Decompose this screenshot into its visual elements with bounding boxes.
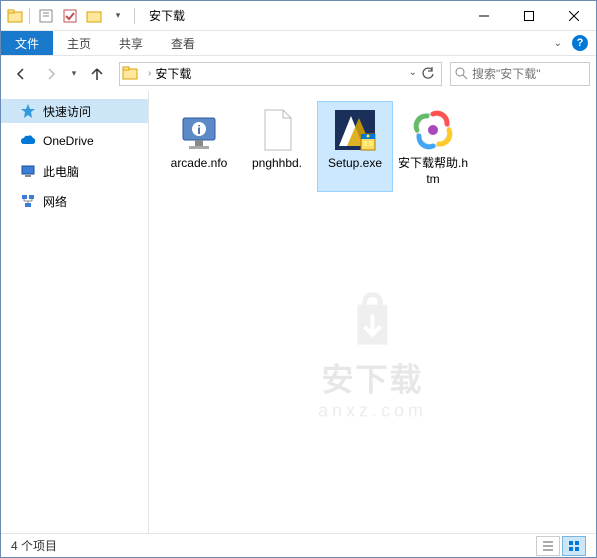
close-button[interactable] (551, 1, 596, 30)
tab-file[interactable]: 文件 (1, 31, 53, 55)
file-label: arcade.nfo (171, 156, 228, 172)
ribbon-right: ⌄ ? (554, 31, 596, 55)
address-bar[interactable]: › 安下载 ⌄ (119, 62, 442, 86)
maximize-button[interactable] (506, 1, 551, 30)
blank-file-icon (253, 106, 301, 154)
pc-icon (19, 162, 37, 180)
address-folder-icon (122, 65, 140, 83)
qat-properties-icon[interactable] (36, 5, 56, 27)
up-button[interactable] (83, 60, 111, 88)
sidebar-item-label: 快速访问 (43, 103, 91, 120)
qat-dropdown-icon[interactable]: ▾ (108, 5, 128, 27)
chevron-right-icon[interactable]: › (144, 68, 155, 79)
nfo-file-icon: i (175, 106, 223, 154)
refresh-icon[interactable] (421, 67, 435, 81)
search-box[interactable] (450, 62, 590, 86)
search-input[interactable] (472, 67, 585, 81)
file-item-nfo[interactable]: i arcade.nfo (161, 101, 237, 192)
watermark-text: 安下载 (318, 355, 427, 401)
file-area[interactable]: i arcade.nfo pnghhbd. (149, 91, 596, 533)
view-details-button[interactable] (536, 536, 560, 556)
qat-check-icon[interactable] (60, 5, 80, 27)
sidebar-item-label: 此电脑 (43, 163, 79, 180)
content: 快速访问 OneDrive 此电脑 网络 (1, 91, 596, 533)
file-label: Setup.exe (328, 156, 382, 172)
expand-ribbon-icon[interactable]: ⌄ (554, 38, 562, 49)
titlebar: ▾ 安下载 (1, 1, 596, 31)
sidebar: 快速访问 OneDrive 此电脑 网络 (1, 91, 149, 533)
separator (134, 8, 135, 24)
folder-icon (7, 8, 23, 24)
tab-home[interactable]: 主页 (53, 31, 105, 55)
svg-text:i: i (197, 123, 200, 137)
cloud-icon (19, 132, 37, 150)
titlebar-left: ▾ 安下载 (1, 5, 185, 27)
sidebar-item-quickaccess[interactable]: 快速访问 (1, 99, 148, 123)
file-label: pnghhbd. (252, 156, 302, 172)
status-count: 4 个项目 (11, 537, 57, 554)
file-item-blank[interactable]: pnghhbd. (239, 101, 315, 192)
file-label: 安下载帮助.htm (398, 156, 468, 187)
htm-file-icon (409, 106, 457, 154)
sidebar-item-label: OneDrive (43, 134, 94, 148)
minimize-button[interactable] (461, 1, 506, 30)
network-icon (19, 192, 37, 210)
setup-exe-icon (331, 106, 379, 154)
view-buttons (536, 536, 586, 556)
search-icon (455, 67, 468, 80)
qat-folder-icon[interactable] (84, 5, 104, 27)
history-dropdown[interactable]: ▾ (67, 68, 81, 79)
sidebar-item-thispc[interactable]: 此电脑 (1, 159, 148, 183)
file-item-setup[interactable]: Setup.exe (317, 101, 393, 192)
watermark: 安下载 anxz.com (318, 285, 427, 422)
window-title: 安下载 (149, 7, 185, 24)
back-button[interactable] (7, 60, 35, 88)
address-dropdown-icon[interactable]: ⌄ (409, 67, 417, 81)
ribbon-tabs: 文件 主页 共享 查看 ⌄ ? (1, 31, 596, 55)
sidebar-item-onedrive[interactable]: OneDrive (1, 129, 148, 153)
view-icons-button[interactable] (562, 536, 586, 556)
sidebar-item-label: 网络 (43, 193, 67, 210)
navbar: ▾ › 安下载 ⌄ (1, 55, 596, 91)
forward-button[interactable] (37, 60, 65, 88)
tab-view[interactable]: 查看 (157, 31, 209, 55)
watermark-sub: anxz.com (318, 401, 427, 422)
separator (29, 8, 30, 24)
star-icon (19, 102, 37, 120)
help-icon[interactable]: ? (572, 35, 588, 51)
sidebar-item-network[interactable]: 网络 (1, 189, 148, 213)
statusbar: 4 个项目 (1, 533, 596, 557)
address-controls: ⌄ (409, 67, 439, 81)
file-grid: i arcade.nfo pnghhbd. (161, 101, 596, 192)
file-item-htm[interactable]: 安下载帮助.htm (395, 101, 471, 192)
tab-share[interactable]: 共享 (105, 31, 157, 55)
window-controls (461, 1, 596, 30)
address-segment[interactable]: 安下载 (155, 65, 191, 82)
